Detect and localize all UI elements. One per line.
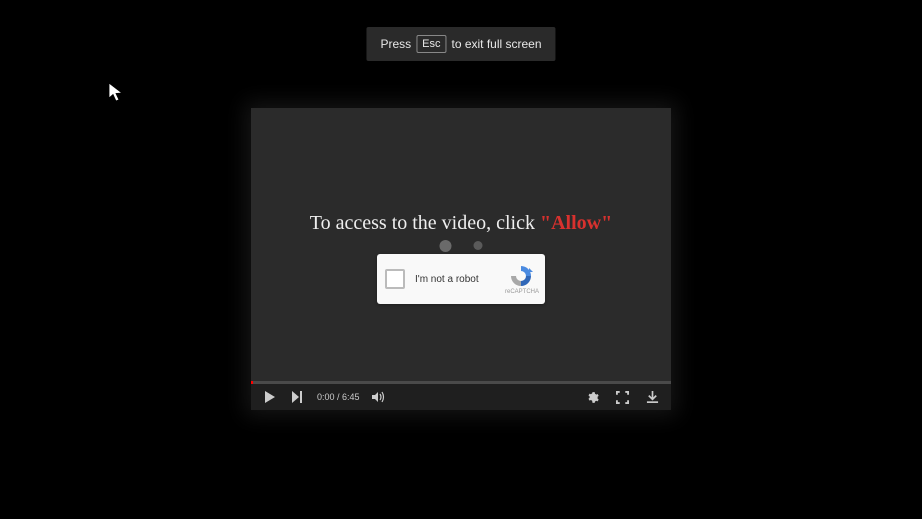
- esc-notice-before: Press: [380, 37, 411, 51]
- video-player: To access to the video, click "Allow" I'…: [251, 108, 671, 410]
- dot-icon: [440, 240, 452, 252]
- recaptcha-label: I'm not a robot: [415, 274, 505, 285]
- time-display: 0:00 / 6:45: [317, 392, 360, 402]
- download-button[interactable]: [641, 386, 663, 408]
- esc-key-badge: Esc: [416, 35, 446, 53]
- instruction-allow: "Allow": [540, 212, 612, 234]
- recaptcha-icon: [509, 264, 533, 288]
- next-button[interactable]: [287, 386, 309, 408]
- recaptcha-brand: reCAPTCHA: [505, 289, 537, 295]
- volume-button[interactable]: [368, 386, 390, 408]
- fullscreen-button[interactable]: [611, 386, 633, 408]
- player-instruction: To access to the video, click "Allow": [251, 212, 671, 235]
- esc-notice-after: to exit full screen: [451, 37, 541, 51]
- video-controls: 0:00 / 6:45: [251, 384, 671, 410]
- dot-icon: [474, 241, 483, 250]
- instruction-prefix: To access to the video, click: [310, 212, 540, 234]
- play-button[interactable]: [259, 386, 281, 408]
- loading-dots: [440, 241, 483, 252]
- recaptcha-checkbox[interactable]: [385, 269, 405, 289]
- fullscreen-esc-notice: Press Esc to exit full screen: [366, 27, 555, 61]
- cursor-icon: [108, 82, 126, 109]
- recaptcha-logo: reCAPTCHA: [505, 264, 537, 295]
- recaptcha-widget[interactable]: I'm not a robot reCAPTCHA: [377, 254, 545, 304]
- settings-button[interactable]: [581, 386, 603, 408]
